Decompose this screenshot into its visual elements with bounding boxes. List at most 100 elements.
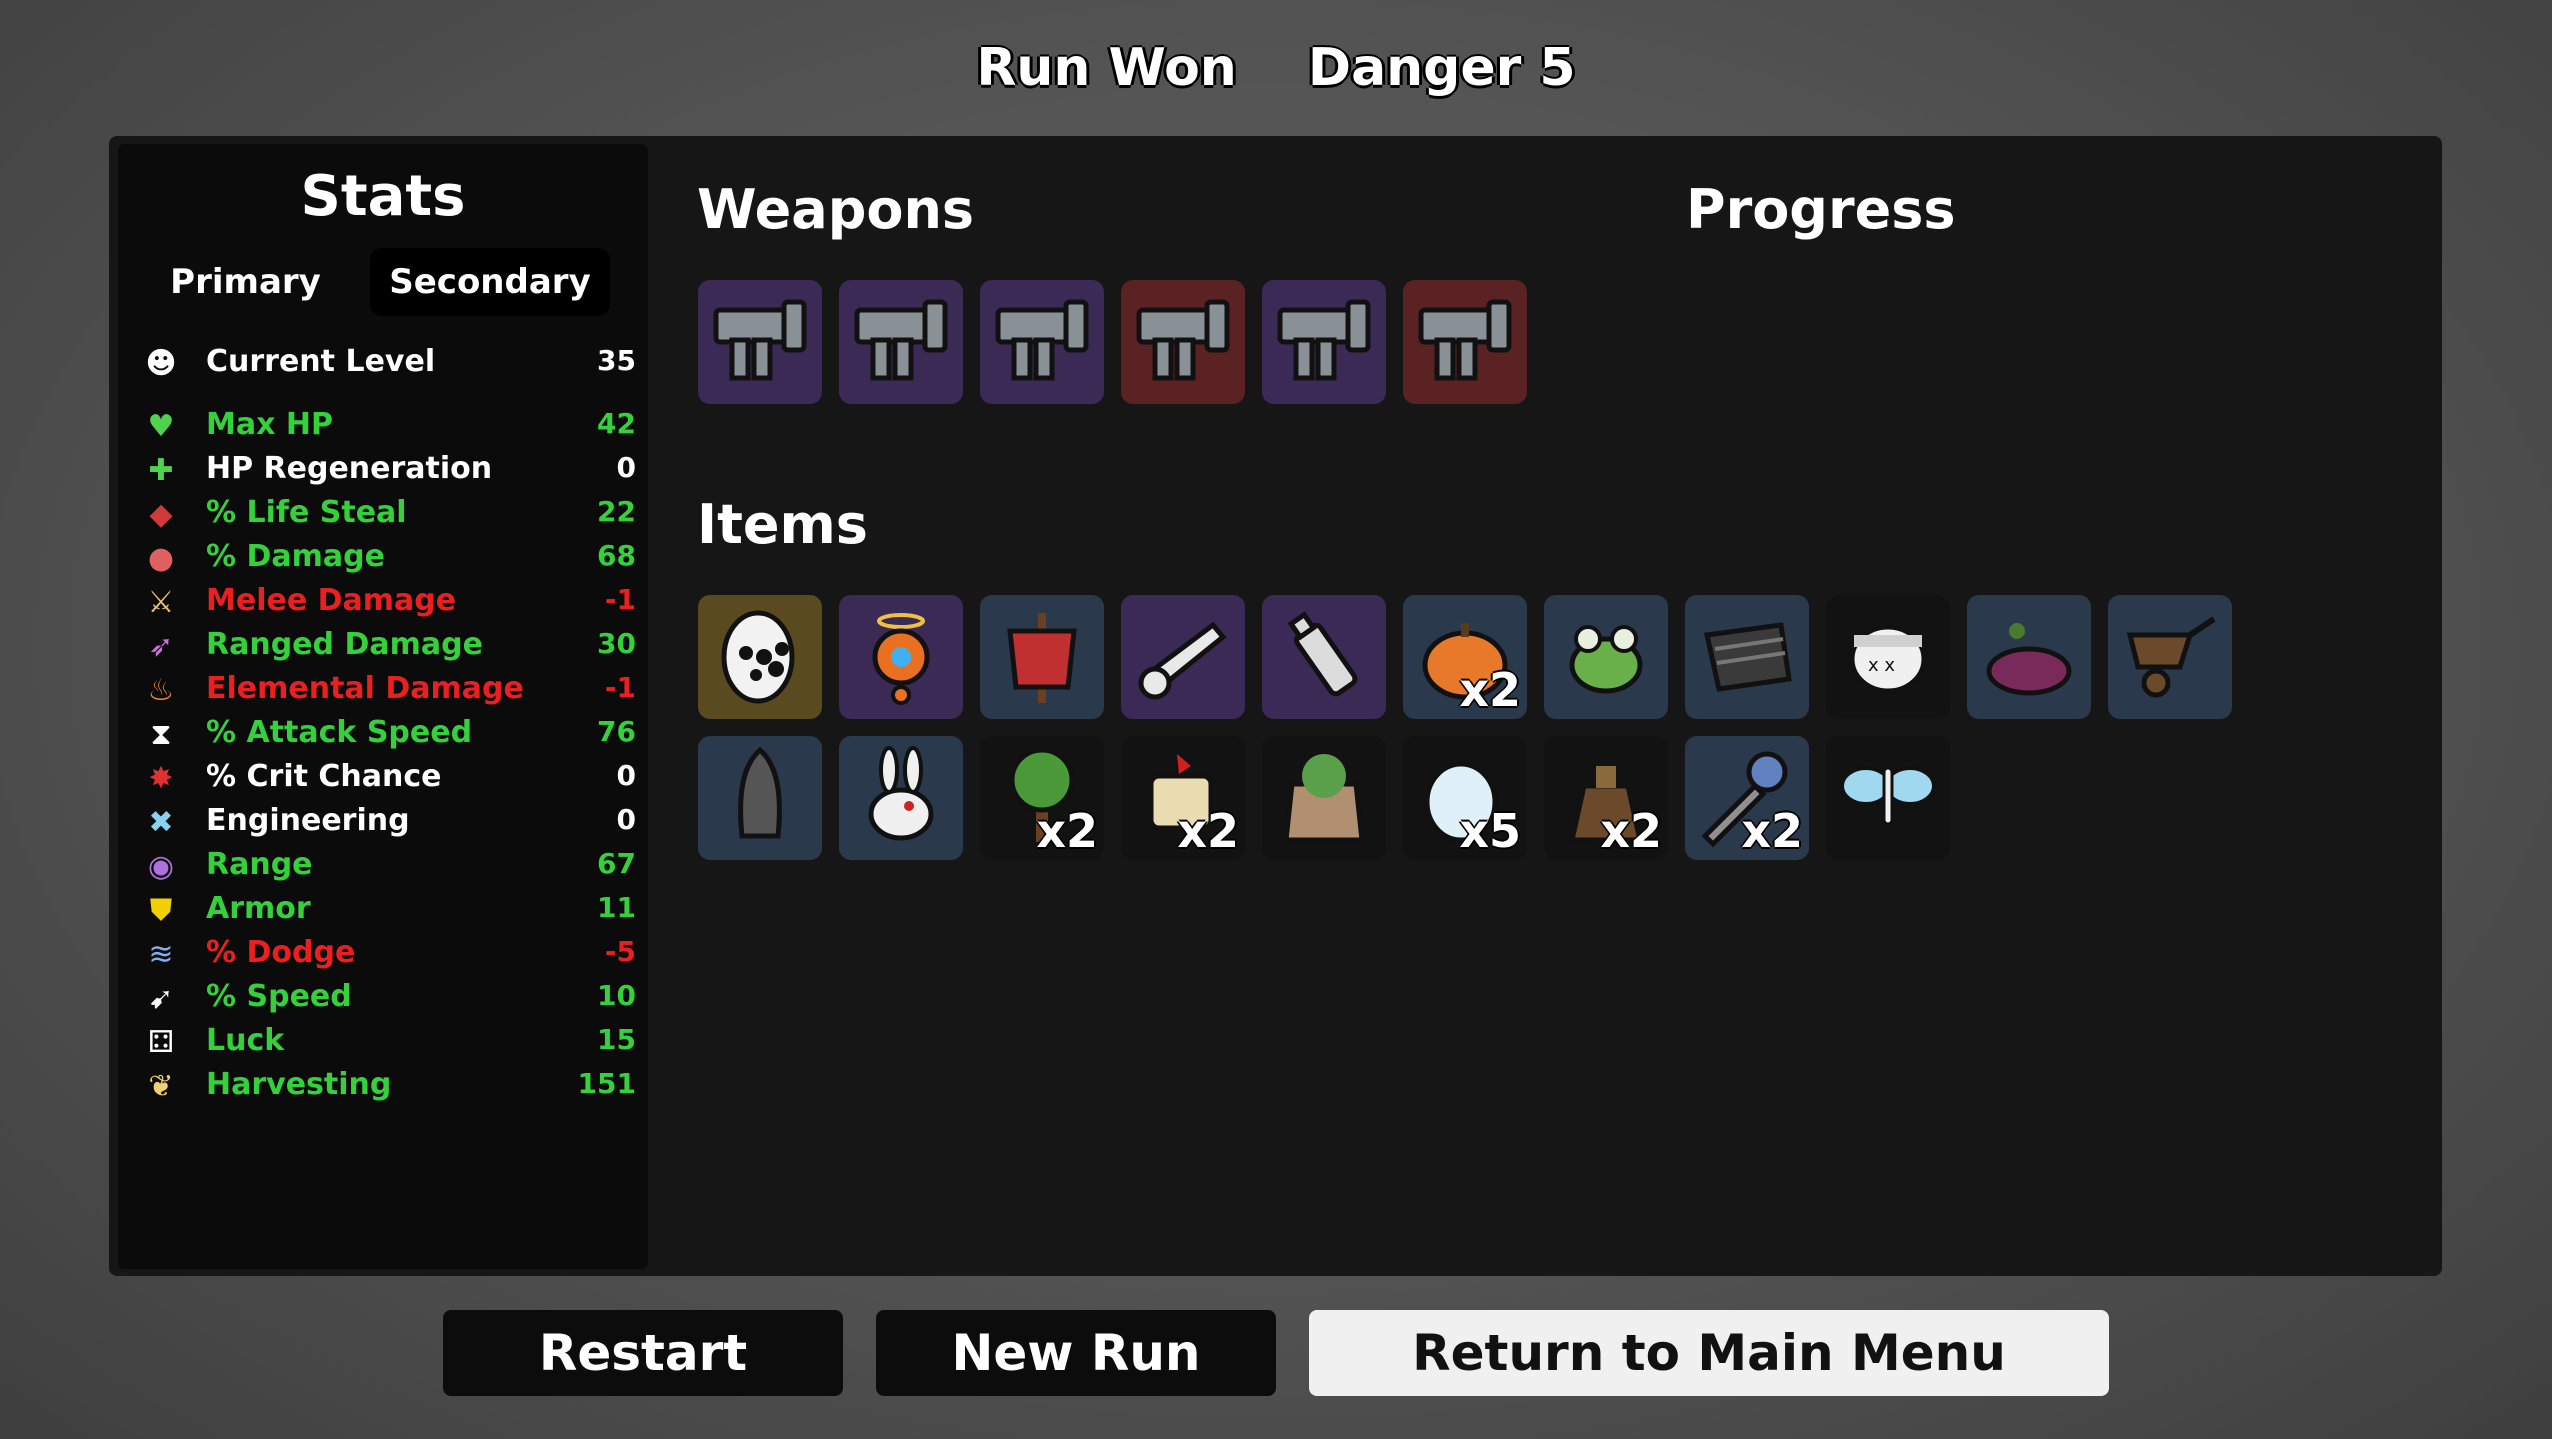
- items-title: Items: [697, 493, 868, 556]
- stat-row[interactable]: ✖ Engineering 0: [144, 799, 636, 843]
- rabbit-tile[interactable]: [839, 736, 963, 860]
- restart-button[interactable]: Restart: [443, 1310, 843, 1396]
- butterfly-tile[interactable]: [1826, 736, 1950, 860]
- stat-label: % Speed: [206, 979, 352, 1014]
- stat-value: -1: [604, 583, 636, 616]
- stat-label: Harvesting: [206, 1067, 392, 1102]
- hourglass-icon: ⧗: [150, 716, 172, 752]
- item-quantity: x2: [1741, 804, 1803, 858]
- stat-value: 0: [616, 803, 636, 836]
- stat-value: 35: [597, 344, 636, 377]
- fangs-icon: ◆: [149, 496, 173, 532]
- wheat-icon: ❦: [148, 1068, 174, 1104]
- stat-row[interactable]: ♥ Max HP 42: [144, 403, 636, 447]
- armor-plate-tile[interactable]: [1685, 595, 1809, 719]
- stat-label: Max HP: [206, 407, 333, 442]
- bullet-tile[interactable]: [698, 736, 822, 860]
- stat-label: Luck: [206, 1023, 285, 1058]
- tab-secondary[interactable]: Secondary: [370, 248, 610, 316]
- stat-label: HP Regeneration: [206, 451, 493, 486]
- return-to-main-menu-button[interactable]: Return to Main Menu: [1309, 1310, 2109, 1396]
- stat-row[interactable]: ⧗ % Attack Speed 76: [144, 711, 636, 755]
- stat-label: Elemental Damage: [206, 671, 524, 706]
- progress-title: Progress: [1686, 178, 1956, 241]
- stat-label: % Attack Speed: [206, 715, 473, 750]
- stat-value: 68: [597, 539, 636, 572]
- tree-tile[interactable]: x2: [980, 736, 1104, 860]
- item-quantity: x2: [1459, 663, 1521, 717]
- stat-row[interactable]: ⚔ Melee Damage -1: [144, 579, 636, 623]
- seed-bag-tile[interactable]: [1262, 736, 1386, 860]
- new-run-button[interactable]: New Run: [876, 1310, 1276, 1396]
- stat-value: -5: [604, 935, 636, 968]
- stat-row[interactable]: ♨ Elemental Damage -1: [144, 667, 636, 711]
- pumpkin-tile[interactable]: x2: [1403, 595, 1527, 719]
- scroll-tile[interactable]: x2: [1121, 736, 1245, 860]
- stat-value: 42: [597, 407, 636, 440]
- run-result-label: Run Won: [976, 38, 1237, 98]
- wifi-icon: ◉: [147, 848, 175, 884]
- stat-row[interactable]: ➶ Ranged Damage 30: [144, 623, 636, 667]
- stat-row[interactable]: ❦ Harvesting 151: [144, 1063, 636, 1107]
- cannon-tile[interactable]: [1121, 595, 1245, 719]
- spotted-egg-tile[interactable]: [698, 595, 822, 719]
- sack-tile[interactable]: x2: [1544, 736, 1668, 860]
- muscle-icon: ●: [147, 540, 175, 576]
- stat-value: 67: [597, 847, 636, 880]
- level-up-icon: ☻: [145, 345, 177, 381]
- stat-row[interactable]: ⛊ Armor 11: [144, 887, 636, 931]
- egg-tile[interactable]: x5: [1403, 736, 1527, 860]
- bandaged-head-tile[interactable]: x x: [1826, 595, 1950, 719]
- pistol-tile[interactable]: [1121, 280, 1245, 404]
- boot-icon: ➹: [148, 980, 174, 1016]
- stat-value: 10: [597, 979, 636, 1012]
- pistol-tile[interactable]: [980, 280, 1104, 404]
- item-quantity: x2: [1600, 804, 1662, 858]
- stat-value: 22: [597, 495, 636, 528]
- wheelbarrow-tile[interactable]: [2108, 595, 2232, 719]
- scarecrow-tile[interactable]: [980, 595, 1104, 719]
- frog-tile[interactable]: [1544, 595, 1668, 719]
- angel-drone-tile[interactable]: [839, 595, 963, 719]
- stat-value: 0: [616, 451, 636, 484]
- stat-row[interactable]: ⚃ Luck 15: [144, 1019, 636, 1063]
- stat-label: % Crit Chance: [206, 759, 442, 794]
- bottle-tile[interactable]: [1262, 595, 1386, 719]
- heart-plus-icon: ✚: [148, 452, 174, 488]
- heart-icon: ♥: [147, 408, 175, 444]
- meat-tile[interactable]: [1967, 595, 2091, 719]
- stat-label: Range: [206, 847, 313, 882]
- weapons-title: Weapons: [697, 178, 975, 241]
- stats-title: Stats: [300, 164, 466, 229]
- pistol-tile[interactable]: [698, 280, 822, 404]
- stat-value: 11: [597, 891, 636, 924]
- stat-row[interactable]: ≋ % Dodge -5: [144, 931, 636, 975]
- stat-label: Engineering: [206, 803, 410, 838]
- pistol-tile[interactable]: [839, 280, 963, 404]
- stat-row[interactable]: ✸ % Crit Chance 0: [144, 755, 636, 799]
- bow-icon: ➶: [148, 628, 174, 664]
- pistol-tile[interactable]: [1262, 280, 1386, 404]
- stat-value: -1: [604, 671, 636, 704]
- stat-row[interactable]: ✚ HP Regeneration 0: [144, 447, 636, 491]
- stat-value: 15: [597, 1023, 636, 1056]
- stat-row[interactable]: ☻ Current Level 35: [144, 340, 636, 384]
- item-quantity: x5: [1459, 804, 1521, 858]
- dash-icon: ≋: [148, 936, 174, 972]
- sword-icon: ⚔: [147, 584, 175, 620]
- stat-label: % Dodge: [206, 935, 356, 970]
- stat-row[interactable]: ◆ % Life Steal 22: [144, 491, 636, 535]
- pistol-tile[interactable]: [1403, 280, 1527, 404]
- stat-row[interactable]: ➹ % Speed 10: [144, 975, 636, 1019]
- dice-icon: ⚃: [147, 1024, 175, 1060]
- stat-row[interactable]: ● % Damage 68: [144, 535, 636, 579]
- stats-panel: Stats Primary Secondary ☻ Current Level 35…: [118, 144, 648, 1269]
- item-quantity: x2: [1036, 804, 1098, 858]
- tab-primary[interactable]: Primary: [158, 248, 333, 316]
- ice-cream-tile[interactable]: x2: [1685, 736, 1809, 860]
- stat-row[interactable]: ◉ Range 67: [144, 843, 636, 887]
- svg-text:x x: x x: [1868, 655, 1895, 676]
- stat-value: 151: [577, 1067, 636, 1100]
- crit-burst-icon: ✸: [148, 760, 174, 796]
- stat-value: 0: [616, 759, 636, 792]
